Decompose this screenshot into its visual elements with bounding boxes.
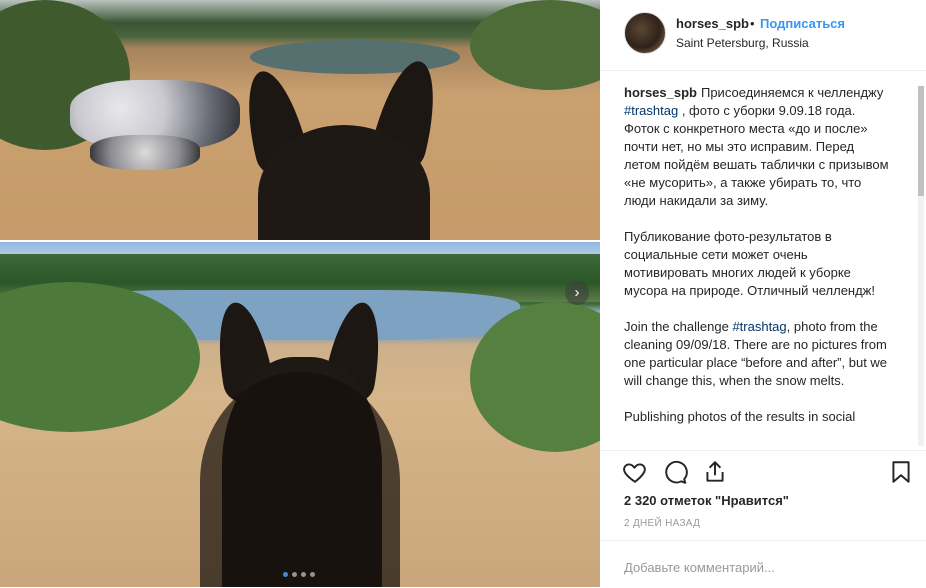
hashtag-link[interactable]: #trashtag [732,319,786,334]
post-photo-carousel[interactable]: › [0,0,600,587]
carousel-dot [301,572,306,577]
caption-text: , фото с уборки 9.09.18 года. Фоток с ко… [624,103,889,208]
post-header: horses_spb • Подписаться Saint Petersbur… [600,0,926,71]
avatar[interactable] [624,12,666,54]
horse-mane [200,372,400,587]
post-username[interactable]: horses_spb [676,16,749,31]
post-sidebar: horses_spb • Подписаться Saint Petersbur… [600,0,926,587]
follow-button[interactable]: Подписаться [760,16,845,31]
carousel-dot [283,572,288,577]
carousel-dot [310,572,315,577]
post-location[interactable]: Saint Petersburg, Russia [676,36,809,50]
caption-text: Присоединяемся к челленджу [700,85,884,100]
caption-username[interactable]: horses_spb [624,85,697,100]
separator-dot: • [750,16,755,31]
chevron-right-icon: › [574,284,580,301]
trash-pile [90,135,200,170]
caption-scrollbar[interactable] [918,86,924,446]
post-actions [600,450,926,491]
carousel-next-button[interactable]: › [565,281,589,305]
carousel-dot [292,572,297,577]
hashtag-link[interactable]: #trashtag [624,103,678,118]
comment-input[interactable]: Добавьте комментарий... [624,560,775,575]
comment-bar: Добавьте комментарий... [600,540,926,588]
caption-paragraph: horses_spb Присоединяемся к челленджу #tr… [624,84,894,210]
caption-paragraph: Join the challenge #trashtag, photo from… [624,318,894,390]
likes-count[interactable]: 2 320 отметок "Нравится" [624,493,789,508]
caption-paragraph: Publishing photos of the results in soci… [624,409,856,424]
scrollbar-thumb[interactable] [918,86,924,196]
comment-icon[interactable] [662,459,688,485]
caption-paragraph: Публикование фото-результатов в социальн… [624,229,875,298]
carousel-indicator [283,572,315,577]
photo-before [0,0,600,240]
share-icon[interactable] [702,459,728,485]
photo-after [0,242,600,587]
post-timestamp[interactable]: 2 ДНЕЙ НАЗАД [624,518,700,529]
caption-text: Join the challenge [624,319,729,334]
bookmark-icon[interactable] [888,459,914,485]
caption: horses_spb Присоединяемся к челленджу #tr… [624,84,894,444]
heart-icon[interactable] [622,459,648,485]
